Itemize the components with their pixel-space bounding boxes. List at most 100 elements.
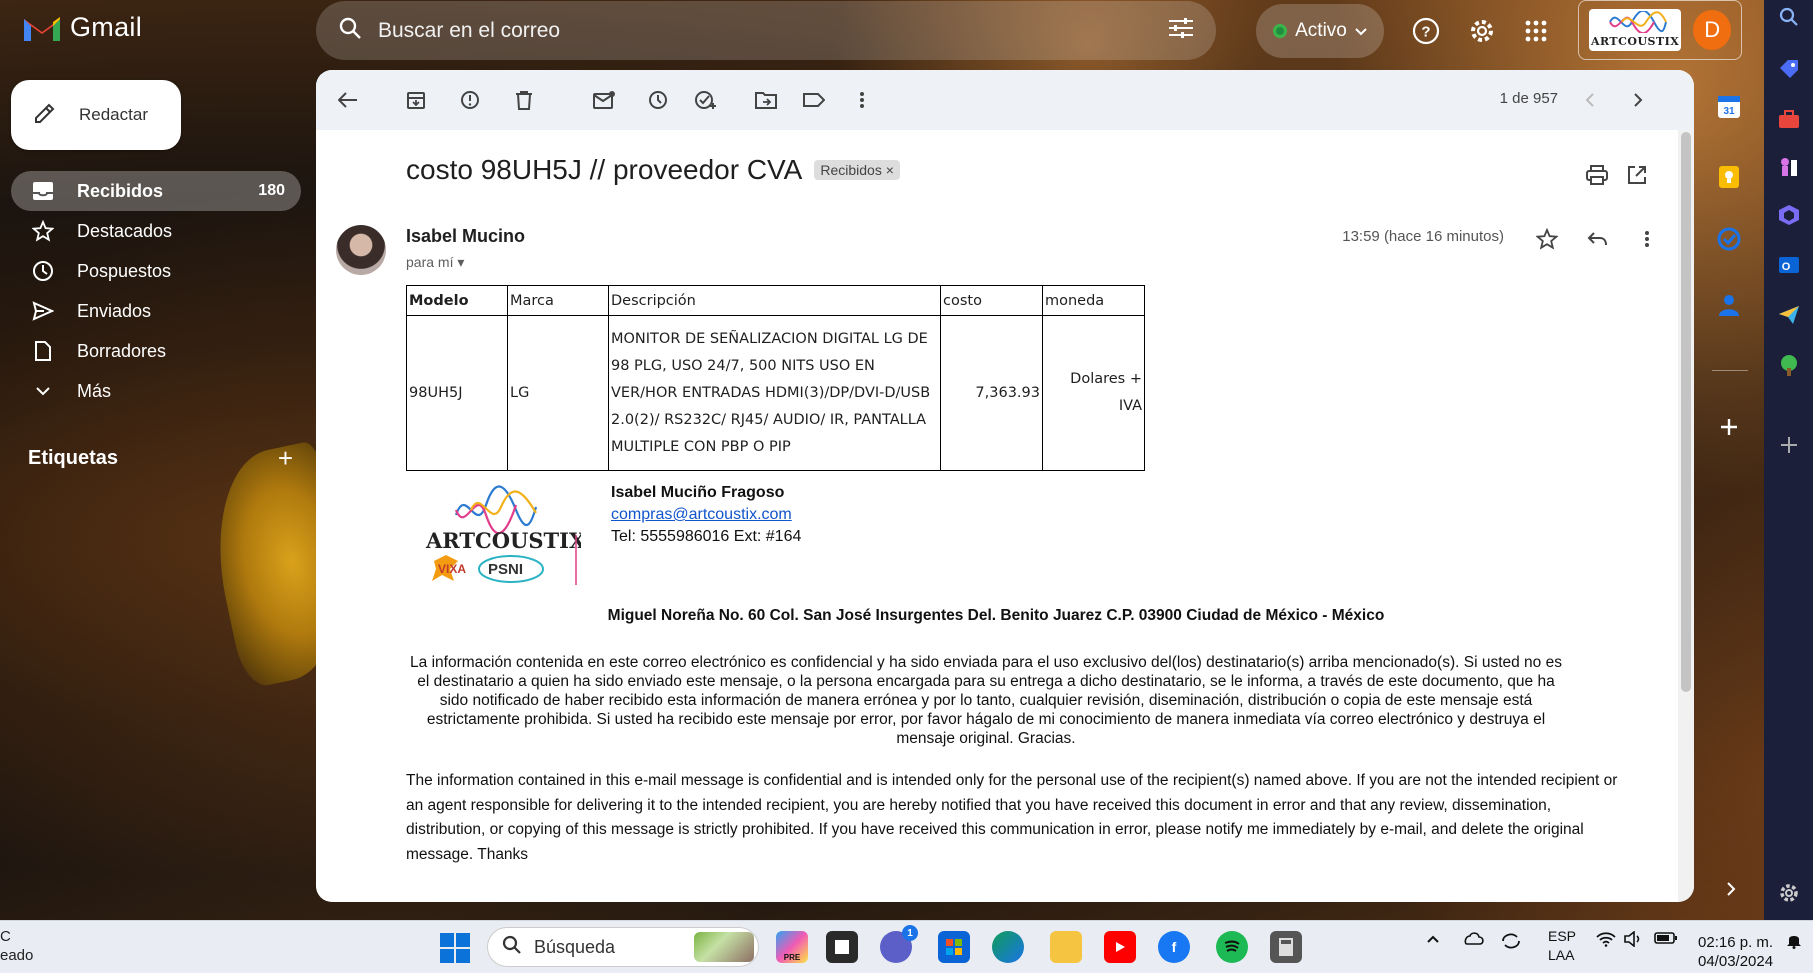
youtube-icon[interactable] [1104, 931, 1136, 963]
account-switcher[interactable]: ARTCOUSTIX D [1578, 0, 1742, 60]
sidebar-item-sent[interactable]: Enviados [11, 291, 301, 331]
keyboard-layout: LAA [1548, 947, 1575, 963]
search-highlight-image [694, 932, 754, 962]
pagination-count: 1 de 957 [1499, 90, 1558, 107]
side-panel: 31 [1694, 80, 1764, 900]
facebook-icon[interactable]: f [1158, 931, 1190, 963]
snooze-clock-icon[interactable] [646, 88, 670, 112]
sync-icon[interactable] [1500, 931, 1522, 955]
sidebar-item-label: Borradores [77, 340, 167, 361]
side-divider [1712, 370, 1748, 371]
taskbar-search[interactable]: Búsqueda [487, 927, 759, 967]
tree-icon[interactable] [1776, 352, 1802, 378]
telegram-send-icon[interactable] [1776, 302, 1802, 328]
unread-count-badge: 180 [258, 182, 285, 199]
calculator-icon[interactable] [1270, 931, 1302, 963]
toolbox-icon[interactable] [1776, 106, 1802, 132]
search-bar[interactable]: Buscar en el correo [316, 1, 1216, 60]
reply-icon[interactable] [1584, 226, 1610, 252]
search-icon[interactable] [1776, 4, 1802, 30]
sidebar-item-more[interactable]: Más [11, 371, 301, 411]
scrollbar-thumb[interactable] [1681, 132, 1691, 692]
spotify-icon[interactable] [1216, 931, 1248, 963]
onedrive-cloud-icon[interactable] [1462, 931, 1484, 949]
edge-browser-icon[interactable] [992, 931, 1024, 963]
weather-widget[interactable]: C eado [0, 927, 33, 965]
wifi-icon[interactable] [1596, 931, 1616, 951]
chevron-right-icon[interactable] [1626, 88, 1650, 112]
star-icon[interactable] [1534, 226, 1560, 252]
table-header: Marca [507, 285, 609, 316]
notification-bell-icon[interactable] [1786, 931, 1802, 953]
sidebar-item-snoozed[interactable]: Pospuestos [11, 251, 301, 291]
more-vertical-icon[interactable] [850, 88, 874, 112]
table-row: 98UH5J LG MONITOR DE SEÑALIZACION DIGITA… [406, 315, 1145, 471]
add-sidebar-app-plus-icon[interactable] [1776, 432, 1802, 458]
search-input[interactable]: Buscar en el correo [378, 19, 1168, 43]
collapse-panel-chevron-icon[interactable] [1716, 874, 1746, 904]
sender-name[interactable]: Isabel Mucino [406, 226, 525, 247]
move-to-folder-icon[interactable] [754, 88, 778, 112]
add-addon-plus-icon[interactable] [1714, 412, 1744, 442]
search-icon[interactable] [338, 16, 362, 45]
recipient-details[interactable]: para mí ▾ [406, 254, 464, 271]
account-avatar[interactable]: D [1693, 10, 1731, 50]
sidebar-item-inbox[interactable]: Recibidos 180 [11, 171, 301, 211]
chevron-left-icon[interactable] [1578, 88, 1602, 112]
gmail-logo[interactable]: Gmail [22, 12, 142, 43]
sidebar-item-starred[interactable]: Destacados [11, 211, 301, 251]
search-options-icon[interactable] [1168, 17, 1194, 44]
help-icon[interactable]: ? [1409, 14, 1443, 48]
tasks-icon[interactable] [1714, 224, 1744, 254]
settings-gear-icon[interactable] [1776, 880, 1802, 906]
mark-unread-icon[interactable] [592, 88, 616, 112]
sidebar-item-label: Recibidos [77, 180, 164, 201]
add-label-plus-icon[interactable]: + [278, 443, 293, 474]
windows-start-icon[interactable] [440, 933, 470, 963]
copilot-icon[interactable] [1776, 202, 1802, 228]
back-arrow-icon[interactable] [336, 88, 360, 112]
terminal-icon[interactable] [826, 931, 858, 963]
label-tag-icon[interactable] [802, 88, 826, 112]
keep-notes-icon[interactable] [1714, 162, 1744, 192]
table-header: Descripción [608, 285, 941, 316]
apps-grid-icon[interactable] [1519, 14, 1553, 48]
microsoft-store-icon[interactable] [938, 931, 970, 963]
calendar-icon[interactable]: 31 [1714, 92, 1744, 122]
label-chip[interactable]: Recibidos × [814, 160, 900, 180]
contacts-icon[interactable] [1714, 290, 1744, 320]
sidebar-item-label: Más [77, 380, 112, 401]
compose-button[interactable]: Redactar [11, 80, 181, 150]
status-selector[interactable]: Activo [1256, 4, 1384, 58]
settings-gear-icon[interactable] [1465, 14, 1499, 48]
table-header-row: Modelo Marca Descripción costo moneda [406, 285, 1145, 316]
print-icon[interactable] [1584, 162, 1610, 188]
file-explorer-icon[interactable] [1050, 931, 1082, 963]
battery-icon[interactable] [1654, 931, 1678, 949]
volume-speaker-icon[interactable] [1624, 930, 1644, 951]
add-task-icon[interactable] [694, 88, 718, 112]
delete-trash-icon[interactable] [512, 88, 536, 112]
taskbar-search-input[interactable]: Búsqueda [534, 937, 615, 958]
pencil-icon [33, 101, 57, 130]
show-hidden-icons-chevron-up-icon[interactable] [1426, 931, 1440, 948]
system-clock[interactable]: 02:16 p. m. 04/03/2024 [1698, 933, 1773, 971]
star-icon [31, 219, 55, 243]
message-scrollbar[interactable] [1678, 130, 1694, 902]
more-vertical-icon[interactable] [1634, 226, 1660, 252]
disclaimer-english: The information contained in this e-mail… [406, 772, 1618, 863]
disclaimer-spanish: La información contenida en este correo … [410, 654, 1562, 747]
sender-avatar[interactable] [336, 225, 386, 275]
status-dot-icon [1273, 24, 1288, 38]
archive-icon[interactable] [404, 88, 428, 112]
sidebar-item-drafts[interactable]: Borradores [11, 331, 301, 371]
outlook-icon[interactable]: O [1776, 252, 1802, 278]
teams-chat-icon[interactable]: 1 [880, 925, 918, 963]
signature-email-link[interactable]: compras@artcoustix.com [611, 506, 792, 524]
language-indicator[interactable]: ESP LAA [1548, 927, 1576, 965]
shopping-tag-icon[interactable] [1776, 56, 1802, 82]
games-icon[interactable] [1776, 154, 1802, 180]
open-in-new-window-icon[interactable] [1624, 162, 1650, 188]
copilot-taskbar-icon[interactable]: PRE [776, 931, 808, 963]
report-spam-icon[interactable] [458, 88, 482, 112]
